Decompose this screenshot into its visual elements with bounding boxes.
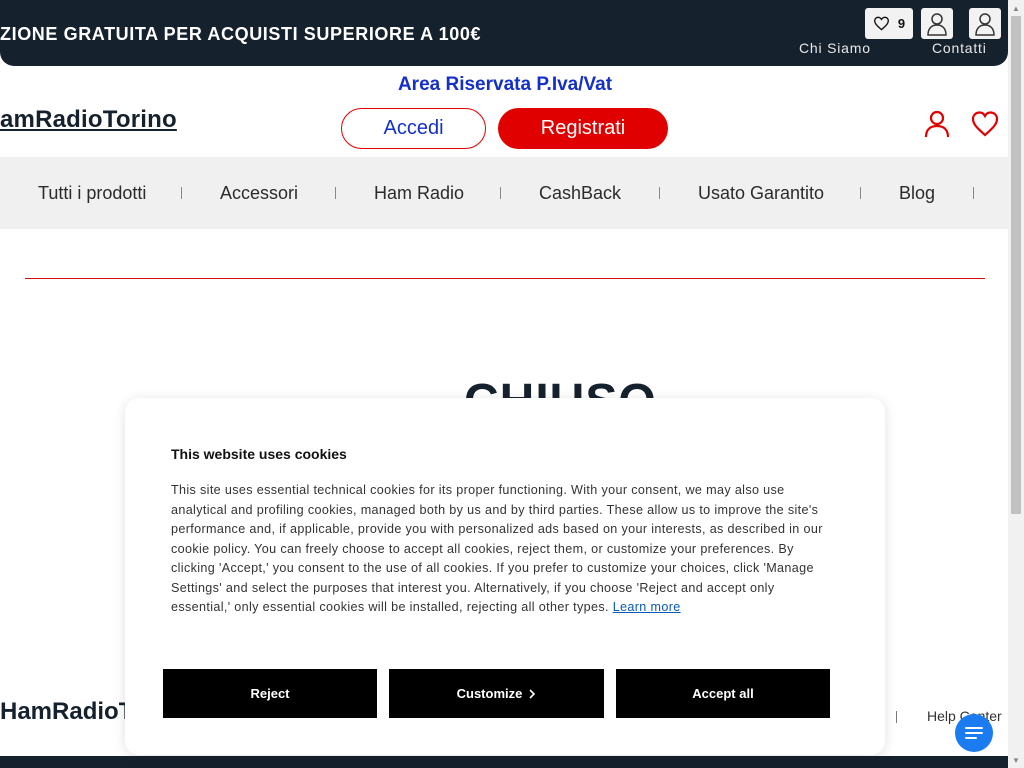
wishlist-badge[interactable]: 9	[865, 8, 913, 39]
footer-separator	[896, 711, 897, 723]
user-icon	[975, 12, 995, 36]
scroll-thumb[interactable]	[1011, 16, 1021, 514]
promo-text: ZIONE GRATUITA PER ACQUISTI SUPERIORE A …	[0, 24, 482, 44]
nav-separator	[860, 187, 861, 199]
learn-more-link[interactable]: Learn more	[613, 600, 681, 614]
user-icon[interactable]	[923, 110, 951, 138]
reject-label: Reject	[250, 686, 290, 701]
heart-icon	[873, 16, 889, 31]
accept-all-label: Accept all	[692, 686, 754, 701]
cookie-body: This site uses essential technical cooki…	[171, 483, 823, 614]
scroll-up-arrow-icon[interactable]: ▲	[1008, 0, 1024, 16]
chevron-right-icon	[529, 688, 536, 699]
nav-separator	[500, 187, 501, 199]
cookie-text: This site uses essential technical cooki…	[171, 481, 835, 618]
footer-bar	[0, 756, 1008, 768]
nav-item-cashback[interactable]: CashBack	[539, 183, 621, 204]
cookie-dialog: This website uses cookies This site uses…	[125, 398, 885, 755]
register-button[interactable]: Registrati	[498, 108, 668, 149]
site-logo[interactable]: amRadioTorino	[0, 106, 177, 134]
nav-separator	[335, 187, 336, 199]
cookie-title: This website uses cookies	[171, 446, 347, 462]
promo-bar: ZIONE GRATUITA PER ACQUISTI SUPERIORE A …	[0, 0, 1008, 66]
scroll-down-arrow-icon[interactable]: ▼	[1008, 752, 1024, 768]
customize-button[interactable]: Customize	[389, 669, 604, 718]
nav-item-usato-garantito[interactable]: Usato Garantito	[698, 183, 824, 204]
vertical-scrollbar[interactable]: ▲ ▼	[1008, 0, 1024, 768]
reserved-area-label: Area Riservata P.Iva/Vat	[397, 74, 613, 95]
wishlist-count: 9	[897, 16, 906, 31]
reject-button[interactable]: Reject	[163, 669, 377, 718]
nav-item-ham-radio[interactable]: Ham Radio	[374, 183, 464, 204]
divider-line	[25, 278, 985, 279]
account-button-2[interactable]	[969, 8, 1001, 39]
nav-item-accessori[interactable]: Accessori	[220, 183, 298, 204]
account-button[interactable]	[921, 8, 953, 39]
nav-separator	[181, 187, 182, 199]
user-icon	[927, 12, 947, 36]
accept-all-button[interactable]: Accept all	[616, 669, 830, 718]
heart-icon[interactable]	[971, 110, 999, 138]
footer-logo[interactable]: HamRadioT	[0, 698, 133, 726]
chat-icon	[965, 727, 983, 739]
nav-item-blog[interactable]: Blog	[899, 183, 935, 204]
customize-label: Customize	[456, 686, 523, 701]
contatti-link[interactable]: Contatti	[932, 40, 987, 56]
login-button[interactable]: Accedi	[341, 108, 486, 149]
chi-siamo-link[interactable]: Chi Siamo	[799, 40, 871, 56]
nav-item-tutti-i-prodotti[interactable]: Tutti i prodotti	[38, 183, 146, 204]
main-nav: Tutti i prodotti Accessori Ham Radio Cas…	[0, 157, 1008, 229]
chat-button[interactable]	[955, 714, 993, 752]
nav-separator	[973, 187, 974, 199]
nav-separator	[659, 187, 660, 199]
